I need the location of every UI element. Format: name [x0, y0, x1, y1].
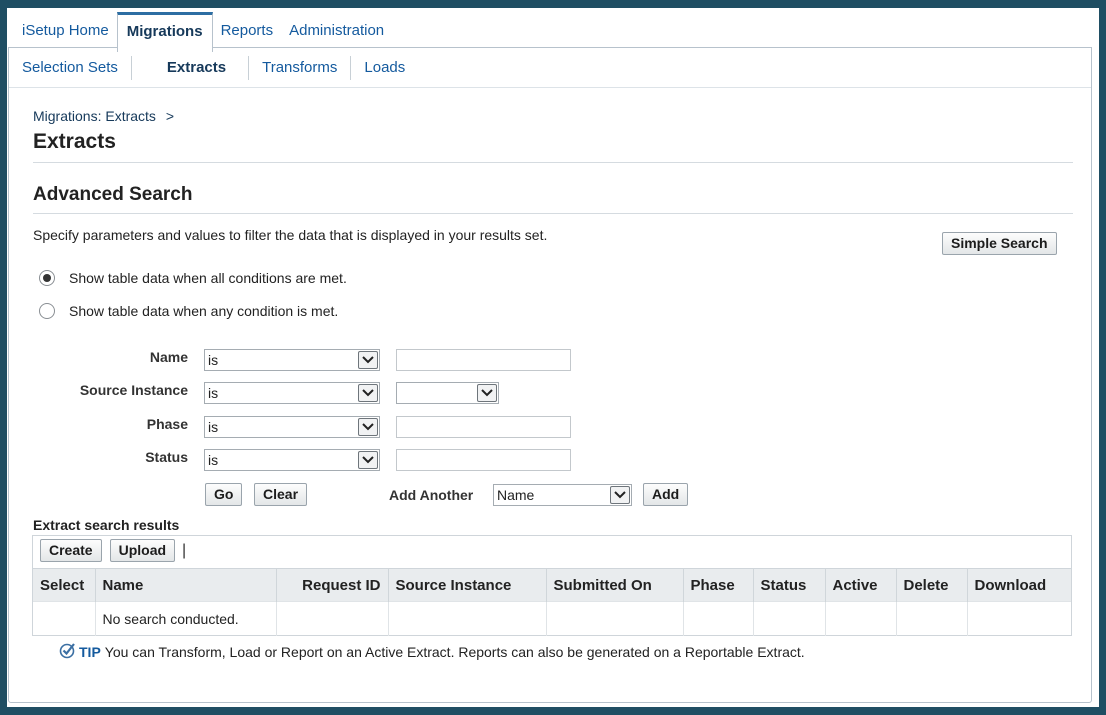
- column-header-request-id[interactable]: Request ID: [276, 568, 389, 602]
- breadcrumb-separator: >: [165, 108, 175, 124]
- radio-any-label: Show table data when any condition is me…: [69, 303, 339, 319]
- table-cell: [967, 601, 1071, 636]
- column-header-select: Select: [33, 568, 96, 602]
- tip-text: You can Transform, Load or Report on an …: [104, 643, 805, 660]
- field-label-status: Status: [145, 449, 188, 465]
- add-another-select[interactable]: Name: [493, 484, 632, 506]
- go-button[interactable]: Go: [205, 483, 243, 506]
- tab-administration[interactable]: Administration: [281, 12, 392, 48]
- table-cell: [546, 601, 684, 636]
- table-cell: [276, 601, 389, 636]
- phase-operator-value: is: [208, 419, 219, 435]
- table-cell: [388, 601, 547, 636]
- breadcrumb: Migrations: Extracts >: [33, 108, 174, 124]
- phase-value-input[interactable]: [396, 416, 571, 438]
- upload-button[interactable]: Upload: [109, 539, 176, 562]
- radio-all-label: Show table data when all conditions are …: [69, 270, 347, 286]
- field-label-name: Name: [149, 349, 188, 365]
- tab-reports[interactable]: Reports: [213, 12, 282, 48]
- tab-migrations[interactable]: Migrations: [116, 12, 213, 52]
- field-label-phase: Phase: [146, 416, 188, 432]
- page-title: Extracts: [33, 130, 116, 153]
- name-operator-value: is: [208, 352, 219, 368]
- tip-label: TIP: [79, 643, 101, 660]
- add-button[interactable]: Add: [643, 483, 689, 506]
- results-table: Select Name Request ID Source Instance S…: [33, 568, 1071, 636]
- status-value-input[interactable]: [396, 449, 571, 471]
- chevron-down-icon: [358, 351, 378, 369]
- main-tabs: iSetup Home Migrations Reports Administr…: [14, 12, 392, 52]
- source-instance-value-select[interactable]: [396, 382, 499, 404]
- subtab-transforms[interactable]: Transforms: [249, 55, 352, 80]
- empty-message: No search conducted.: [95, 601, 277, 636]
- section-title: Advanced Search: [33, 184, 193, 205]
- subtab-extracts[interactable]: Extracts: [132, 55, 250, 80]
- simple-search-button[interactable]: Simple Search: [942, 232, 1057, 255]
- table-cell: [33, 601, 96, 636]
- subtab-loads[interactable]: Loads: [351, 56, 418, 80]
- radio-row-any: Show table data when any condition is me…: [39, 303, 338, 319]
- column-header-delete: Delete: [896, 568, 968, 602]
- table-row: No search conducted.: [33, 601, 1071, 636]
- radio-row-all: Show table data when all conditions are …: [39, 270, 347, 286]
- add-another-value: Name: [497, 487, 535, 503]
- subtab-selection-sets[interactable]: Selection Sets: [9, 55, 132, 80]
- app-frame: iSetup Home Migrations Reports Administr…: [7, 8, 1099, 707]
- name-operator-select[interactable]: is: [204, 349, 380, 371]
- chevron-down-icon: [610, 486, 630, 504]
- tab-isetup-home[interactable]: iSetup Home: [14, 12, 117, 48]
- table-header-row: Select Name Request ID Source Instance S…: [33, 568, 1071, 602]
- radio-all-conditions[interactable]: [39, 270, 55, 286]
- column-header-active[interactable]: Active: [825, 568, 897, 602]
- table-cell: [896, 601, 968, 636]
- field-label-source-instance: Source Instance: [79, 382, 188, 398]
- toolbar-separator: |: [182, 541, 187, 559]
- content-panel: Selection Sets Extracts Transforms Loads…: [8, 47, 1092, 703]
- clear-button[interactable]: Clear: [254, 483, 308, 506]
- chevron-down-icon: [358, 451, 378, 469]
- results-region: Create Upload | Select Name Request ID S…: [32, 535, 1072, 636]
- column-header-name[interactable]: Name: [95, 568, 277, 602]
- column-header-submitted-on[interactable]: Submitted On: [546, 568, 684, 602]
- name-value-input[interactable]: [396, 349, 571, 371]
- table-cell: [683, 601, 754, 636]
- radio-any-condition[interactable]: [39, 303, 55, 319]
- phase-operator-select[interactable]: is: [204, 416, 380, 438]
- tip-message: TIP You can Transform, Load or Report on…: [59, 641, 805, 662]
- chevron-down-icon: [358, 418, 378, 436]
- results-label: Extract search results: [33, 517, 180, 533]
- create-button[interactable]: Create: [40, 539, 102, 562]
- source-instance-operator-value: is: [208, 385, 219, 401]
- sub-navigation: Selection Sets Extracts Transforms Loads: [9, 48, 1091, 88]
- chevron-down-icon: [477, 384, 497, 402]
- column-header-status[interactable]: Status: [753, 568, 826, 602]
- column-header-download: Download: [967, 568, 1071, 602]
- table-cell: [825, 601, 897, 636]
- chevron-down-icon: [358, 384, 378, 402]
- search-instructions: Specify parameters and values to filter …: [33, 227, 548, 243]
- add-another-label: Add Another: [389, 487, 474, 503]
- source-instance-operator-select[interactable]: is: [204, 382, 380, 404]
- status-operator-value: is: [208, 452, 219, 468]
- tip-check-icon: [59, 641, 77, 662]
- results-toolbar: Create Upload |: [40, 539, 186, 562]
- status-operator-select[interactable]: is: [204, 449, 380, 471]
- title-divider: [33, 162, 1073, 163]
- table-cell: [753, 601, 826, 636]
- section-divider: [33, 213, 1073, 214]
- column-header-phase[interactable]: Phase: [683, 568, 754, 602]
- breadcrumb-link-migrations-extracts[interactable]: Migrations: Extracts: [33, 108, 156, 124]
- column-header-source-instance[interactable]: Source Instance: [388, 568, 547, 602]
